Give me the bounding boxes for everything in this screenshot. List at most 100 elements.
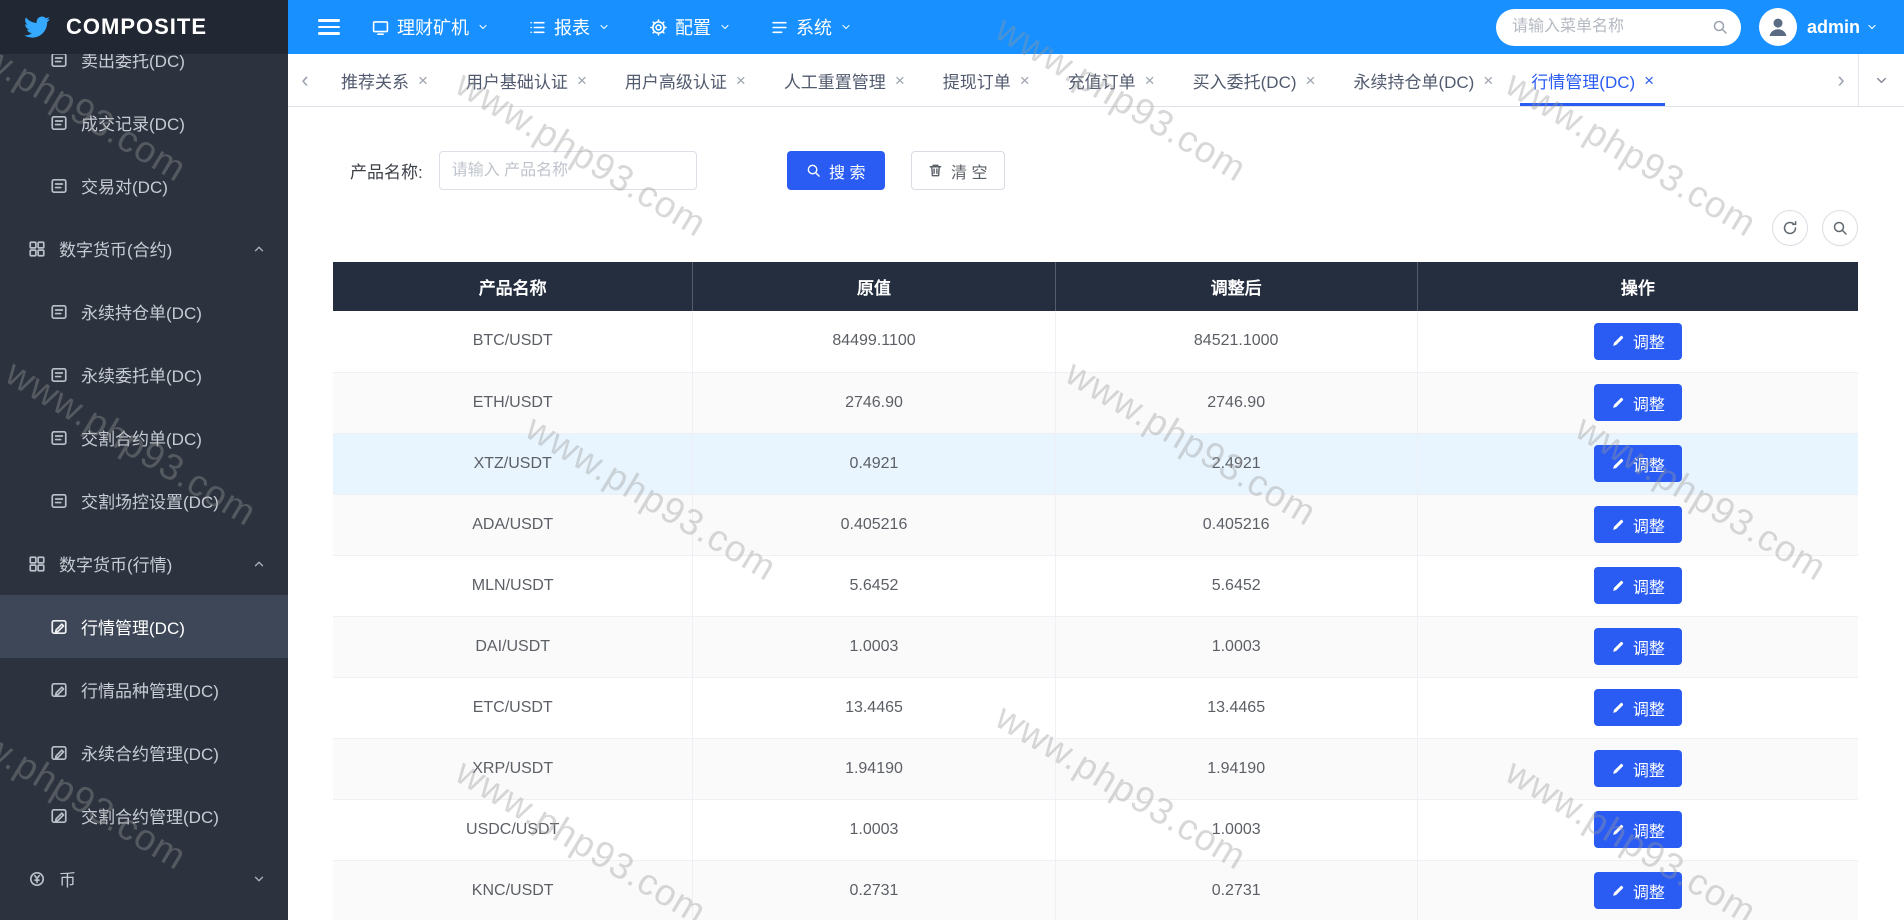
hamburger-menu-icon[interactable] — [318, 19, 340, 35]
sidebar-item[interactable]: 永续委托单(DC) — [0, 343, 288, 406]
filter-bar: 产品名称: 搜 索 清 空 — [350, 151, 1904, 190]
table-row: BTC/USDT 84499.1100 84521.1000 调整 — [333, 311, 1858, 372]
tab-close-icon[interactable]: × — [736, 72, 746, 89]
sidebar-item[interactable]: 币 — [0, 847, 288, 910]
grid-icon — [28, 555, 46, 573]
product-name-cell: ETC/USDT — [333, 677, 693, 738]
card-icon — [50, 54, 68, 69]
tab[interactable]: 行情管理(DC) × — [1512, 54, 1673, 106]
table-row: ETH/USDT 2746.90 2746.90 调整 — [333, 372, 1858, 433]
topnav-item[interactable]: 配置 — [630, 0, 751, 54]
chevron-down-icon — [252, 872, 266, 886]
tab[interactable]: 推荐关系 × — [322, 54, 447, 106]
tab-close-icon[interactable]: × — [1020, 72, 1030, 89]
tab-label: 人工重置管理 — [784, 68, 886, 93]
action-cell: 调整 — [1417, 372, 1858, 433]
sidebar-item[interactable]: 永续合约管理(DC) — [0, 721, 288, 784]
tab-label: 买入委托(DC) — [1193, 68, 1297, 93]
chevron-down-icon[interactable] — [1866, 21, 1878, 33]
adjust-button[interactable]: 调整 — [1594, 323, 1682, 360]
sidebar-item[interactable]: 数字货币(合约) — [0, 217, 288, 280]
edit-icon — [1611, 823, 1625, 837]
adjust-button[interactable]: 调整 — [1594, 628, 1682, 665]
avatar[interactable] — [1759, 8, 1797, 46]
topnav-item[interactable]: 系统 — [751, 0, 872, 54]
sidebar-item[interactable]: 交割合约单(DC) — [0, 406, 288, 469]
refresh-button[interactable] — [1772, 210, 1808, 246]
edit-icon — [50, 618, 68, 636]
original-value-cell: 0.405216 — [693, 494, 1055, 555]
username[interactable]: admin — [1807, 17, 1860, 38]
product-name-cell: ETH/USDT — [333, 372, 693, 433]
sidebar-item[interactable]: 交割场控设置(DC) — [0, 469, 288, 532]
original-value-cell: 5.6452 — [693, 555, 1055, 616]
action-cell: 调整 — [1417, 738, 1858, 799]
action-cell: 调整 — [1417, 555, 1858, 616]
sidebar-item[interactable]: 行情管理(DC) — [0, 595, 288, 658]
adjusted-value-cell: 84521.1000 — [1055, 311, 1417, 372]
adjust-button[interactable]: 调整 — [1594, 750, 1682, 787]
tab-close-icon[interactable]: × — [895, 72, 905, 89]
sidebar-item-label: 币 — [59, 866, 76, 891]
search-toggle-button[interactable] — [1822, 210, 1858, 246]
search-button[interactable]: 搜 索 — [787, 151, 885, 190]
table-row: XRP/USDT 1.94190 1.94190 调整 — [333, 738, 1858, 799]
adjust-button[interactable]: 调整 — [1594, 811, 1682, 848]
tab-label: 推荐关系 — [341, 68, 409, 93]
top-header: COMPOSITE 理财矿机 报表 配置 系统 admin — [0, 0, 1904, 54]
tab-close-icon[interactable]: × — [1644, 72, 1654, 89]
sidebar-item-label: 卖出委托(DC) — [81, 54, 185, 72]
table-row: ETC/USDT 13.4465 13.4465 调整 — [333, 677, 1858, 738]
adjust-button[interactable]: 调整 — [1594, 506, 1682, 543]
card-icon — [50, 492, 68, 510]
tab[interactable]: 买入委托(DC) × — [1174, 54, 1335, 106]
tab[interactable]: 充值订单 × — [1049, 54, 1174, 106]
sidebar-item-label: 交割场控设置(DC) — [81, 488, 219, 513]
sidebar-item[interactable]: 成交记录(DC) — [0, 91, 288, 154]
tab[interactable]: 人工重置管理 × — [765, 54, 924, 106]
adjust-button[interactable]: 调整 — [1594, 872, 1682, 909]
tab-close-icon[interactable]: × — [1145, 72, 1155, 89]
brand-logo[interactable]: COMPOSITE — [0, 0, 288, 54]
adjusted-value-cell: 2746.90 — [1055, 372, 1417, 433]
column-header: 原值 — [693, 262, 1055, 311]
products-table: 产品名称原值调整后操作 BTC/USDT 84499.1100 84521.10… — [333, 262, 1858, 920]
tabs-scroll-right-icon[interactable]: › — [1824, 67, 1858, 93]
topnav-item[interactable]: 理财矿机 — [352, 0, 509, 54]
adjust-button[interactable]: 调整 — [1594, 384, 1682, 421]
adjust-button[interactable]: 调整 — [1594, 689, 1682, 726]
sidebar-item[interactable]: 数字货币(行情) — [0, 532, 288, 595]
table-row: KNC/USDT 0.2731 0.2731 调整 — [333, 860, 1858, 920]
topnav-label: 配置 — [675, 14, 711, 40]
clear-button[interactable]: 清 空 — [911, 151, 1005, 190]
tabs-dropdown-button[interactable] — [1858, 54, 1904, 106]
tab[interactable]: 永续持仓单(DC) × — [1334, 54, 1512, 106]
tab-label: 永续持仓单(DC) — [1353, 68, 1474, 93]
card-icon — [50, 366, 68, 384]
tab[interactable]: 用户基础认证 × — [447, 54, 606, 106]
adjust-button[interactable]: 调整 — [1594, 567, 1682, 604]
adjust-button[interactable]: 调整 — [1594, 445, 1682, 482]
tab[interactable]: 提现订单 × — [924, 54, 1049, 106]
tabs-scroll-left-icon[interactable]: ‹ — [288, 67, 322, 93]
sidebar-item[interactable]: 行情品种管理(DC) — [0, 658, 288, 721]
tab-close-icon[interactable]: × — [418, 72, 428, 89]
main-content: 产品名称: 搜 索 清 空 产品名称原值调整后操作 BTC/USDT 84499… — [288, 107, 1904, 920]
tab-close-icon[interactable]: × — [577, 72, 587, 89]
card-icon — [50, 114, 68, 132]
sidebar-item[interactable]: 卖出委托(DC) — [0, 54, 288, 91]
tab-close-icon[interactable]: × — [1483, 72, 1493, 89]
topnav-item[interactable]: 报表 — [509, 0, 630, 54]
sidebar-item-label: 永续合约管理(DC) — [81, 740, 219, 765]
menu-search-input[interactable] — [1496, 9, 1741, 46]
sidebar-item[interactable]: 交易对(DC) — [0, 154, 288, 217]
edit-icon — [1611, 518, 1625, 532]
table-row: XTZ/USDT 0.4921 2.4921 调整 — [333, 433, 1858, 494]
adjusted-value-cell: 1.0003 — [1055, 799, 1417, 860]
sidebar-item[interactable]: 永续持仓单(DC) — [0, 280, 288, 343]
tab-close-icon[interactable]: × — [1306, 72, 1316, 89]
sidebar-item[interactable]: 交割合约管理(DC) — [0, 784, 288, 847]
tab[interactable]: 用户高级认证 × — [606, 54, 765, 106]
product-name-cell: XRP/USDT — [333, 738, 693, 799]
product-name-input[interactable] — [439, 151, 697, 190]
